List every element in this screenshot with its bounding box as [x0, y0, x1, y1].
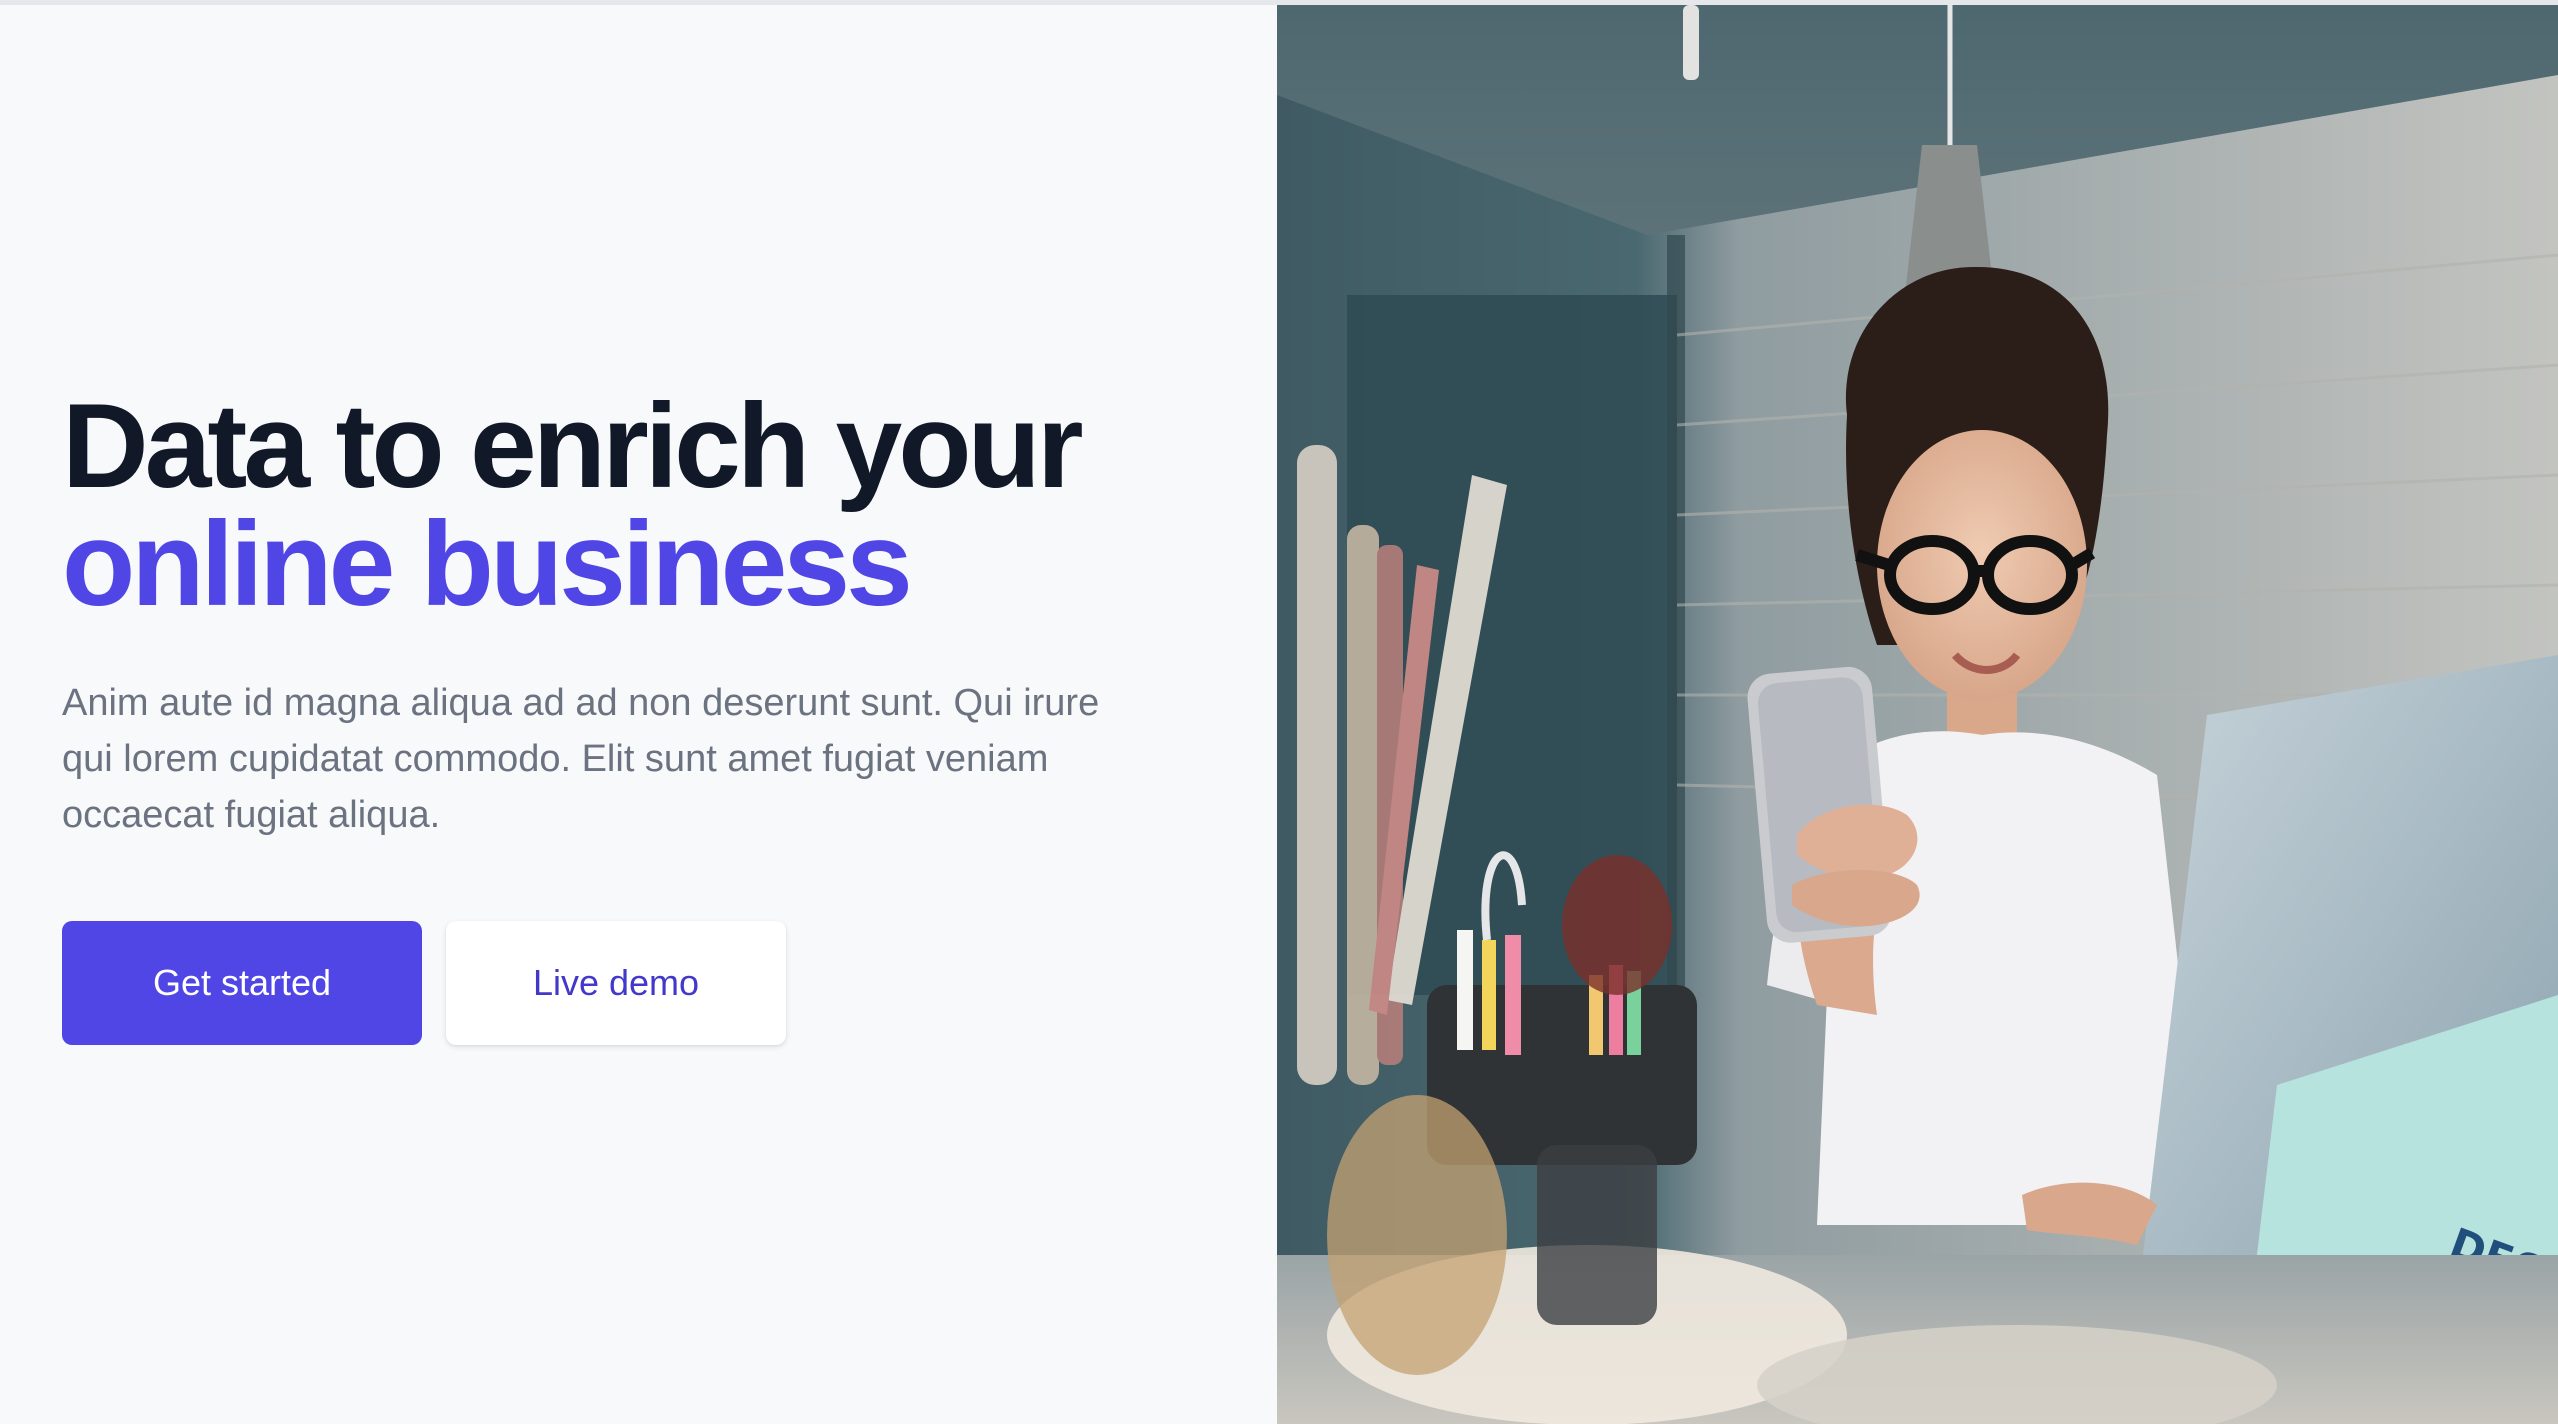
- hero-photo: DEQ: [1277, 5, 2558, 1424]
- hero-content-panel: Data to enrich your online business Anim…: [0, 5, 1277, 1424]
- live-demo-button[interactable]: Live demo: [446, 921, 786, 1045]
- hero-description: Anim aute id magna aliqua ad ad non dese…: [62, 682, 1100, 836]
- hero-headline: Data to enrich your online business: [62, 379, 1222, 631]
- get-started-button[interactable]: Get started: [62, 921, 422, 1045]
- top-border: [0, 0, 2558, 5]
- headline-line-2-accent: online business: [62, 497, 913, 631]
- hero-text: Data to enrich your online business Anim…: [62, 379, 1222, 843]
- headline-line-1: Data to enrich your: [62, 379, 1084, 513]
- hero-actions: Get started Live demo: [62, 921, 786, 1045]
- hero-image: DEQ: [1277, 5, 2558, 1424]
- hero-page: Data to enrich your online business Anim…: [0, 0, 2558, 1424]
